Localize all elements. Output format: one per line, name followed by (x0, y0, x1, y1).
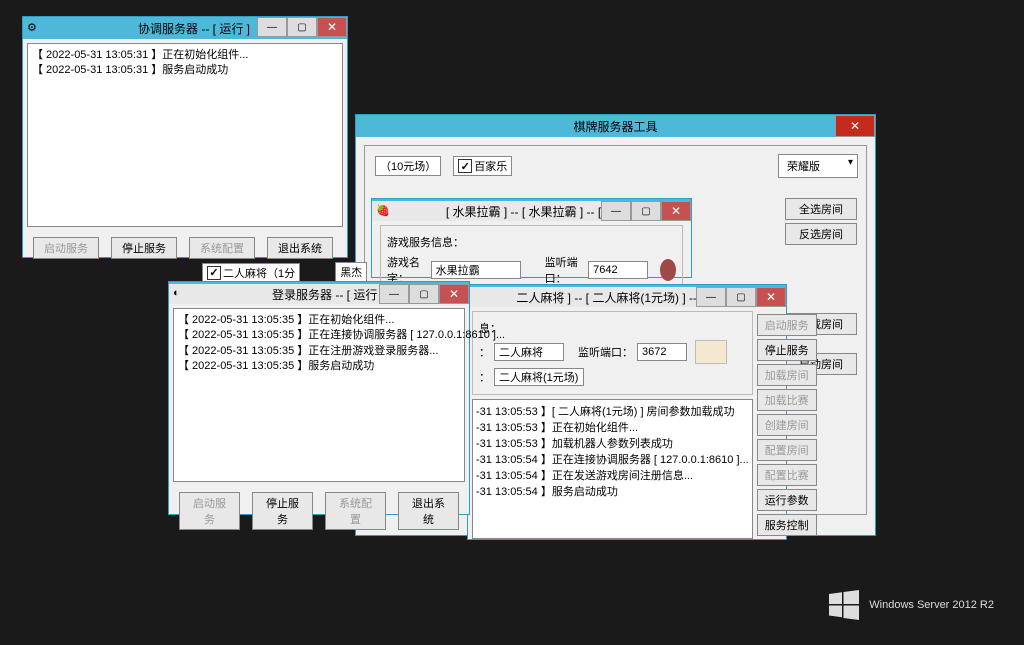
login-titlebar[interactable]: ◐ 登录服务器 -- [ 运行 ] — ▢ ✕ (169, 282, 469, 304)
game-option-1[interactable]: （10元场） (375, 156, 441, 176)
login-config-button[interactable]: 系统配置 (325, 492, 386, 530)
port-input[interactable] (588, 261, 648, 279)
game-logo-icon (660, 259, 676, 281)
coord-exit-button[interactable]: 退出系统 (267, 237, 333, 259)
mahjong-tile-icon (695, 340, 727, 364)
login-app-icon: ◐ (173, 287, 187, 301)
login-start-button[interactable]: 启动服务 (179, 492, 240, 530)
coord-app-icon: ⚙ (27, 21, 41, 35)
game-option-mahjong[interactable]: ✓ 二人麻将（1分 (202, 263, 300, 283)
game-option-blackjack[interactable]: 黑杰 (335, 262, 367, 282)
mahjong-close-button[interactable]: ✕ (756, 287, 786, 307)
mj-config-room-button[interactable]: 配置房间 (757, 439, 817, 461)
coord-config-button[interactable]: 系统配置 (189, 237, 255, 259)
mj-port-label: 监听端口： (578, 344, 633, 360)
fruit-maximize-button[interactable]: ▢ (631, 201, 661, 221)
tool-title: 棋牌服务器工具 (360, 118, 871, 135)
game-name-input[interactable] (431, 261, 521, 279)
login-maximize-button[interactable]: ▢ (409, 284, 439, 304)
mahjong-minimize-button[interactable]: — (696, 287, 726, 307)
mahjong-window[interactable]: 二人麻将 ] -- [ 二人麻将(1元场) ] -- [ 运行 ] — ▢ ✕ … (467, 284, 787, 540)
mahjong-titlebar[interactable]: 二人麻将 ] -- [ 二人麻将(1元场) ] -- [ 运行 ] — ▢ ✕ (468, 285, 786, 307)
login-exit-button[interactable]: 退出系统 (398, 492, 459, 530)
fruit-icon: 🍓 (376, 204, 390, 218)
coord-start-button[interactable]: 启动服务 (33, 237, 99, 259)
coord-maximize-button[interactable]: ▢ (287, 17, 317, 37)
windows-logo-icon (829, 590, 859, 620)
fruit-close-button[interactable]: ✕ (661, 201, 691, 221)
mahjong-log-area: -31 13:05:53 】[ 二人麻将(1元场) ] 房间参数加载成功 -31… (472, 399, 753, 539)
login-log-area: 【 2022-05-31 13:05:35 】正在初始化组件... 【 2022… (173, 308, 465, 482)
invert-select-button[interactable]: 反选房间 (785, 223, 857, 245)
mj-load-room-button[interactable]: 加载房间 (757, 364, 817, 386)
game-option-2[interactable]: ✓ 百家乐 (453, 156, 512, 176)
desktop-watermark: Windows Server 2012 R2 (829, 590, 994, 620)
login-stop-button[interactable]: 停止服务 (252, 492, 313, 530)
mj-load-match-button[interactable]: 加载比赛 (757, 389, 817, 411)
login-minimize-button[interactable]: — (379, 284, 409, 304)
fruit-minimize-button[interactable]: — (601, 201, 631, 221)
coord-titlebar[interactable]: ⚙ 协调服务器 -- [ 运行 ] — ▢ ✕ (23, 17, 347, 39)
check-icon: ✓ (458, 159, 472, 173)
mj-run-params-button[interactable]: 运行参数 (757, 489, 817, 511)
mj-game-name-input[interactable] (494, 343, 564, 361)
fruit-titlebar[interactable]: 🍓 [ 水果拉霸 ] -- [ 水果拉霸 ] -- [ 运行 ] — ▢ ✕ (372, 199, 691, 221)
coord-stop-button[interactable]: 停止服务 (111, 237, 177, 259)
mahjong-maximize-button[interactable]: ▢ (726, 287, 756, 307)
coord-log-area: 【 2022-05-31 13:05:31 】正在初始化组件... 【 2022… (27, 43, 343, 227)
mj-service-ctrl-button[interactable]: 服务控制 (757, 514, 817, 536)
coord-window[interactable]: ⚙ 协调服务器 -- [ 运行 ] — ▢ ✕ 【 2022-05-31 13:… (22, 16, 348, 258)
mj-create-room-button[interactable]: 创建房间 (757, 414, 817, 436)
fruit-window[interactable]: 🍓 [ 水果拉霸 ] -- [ 水果拉霸 ] -- [ 运行 ] — ▢ ✕ 游… (371, 198, 692, 278)
coord-minimize-button[interactable]: — (257, 17, 287, 37)
tool-titlebar[interactable]: 棋牌服务器工具 ✕ (356, 115, 875, 137)
tool-close-button[interactable]: ✕ (835, 115, 875, 137)
mj-port-input[interactable] (637, 343, 687, 361)
login-close-button[interactable]: ✕ (439, 284, 469, 304)
select-all-button[interactable]: 全选房间 (785, 198, 857, 220)
login-window[interactable]: ◐ 登录服务器 -- [ 运行 ] — ▢ ✕ 【 2022-05-31 13:… (168, 281, 470, 515)
port-label: 监听端口： (545, 254, 585, 286)
version-select[interactable]: 荣耀版 (778, 154, 858, 178)
fruit-info-header: 游戏服务信息： (387, 234, 464, 250)
mj-start-button[interactable]: 启动服务 (757, 314, 817, 336)
check-icon: ✓ (207, 266, 221, 280)
mj-room-name-input[interactable] (494, 368, 584, 386)
mj-stop-button[interactable]: 停止服务 (757, 339, 817, 361)
mj-config-match-button[interactable]: 配置比赛 (757, 464, 817, 486)
coord-close-button[interactable]: ✕ (317, 17, 347, 37)
